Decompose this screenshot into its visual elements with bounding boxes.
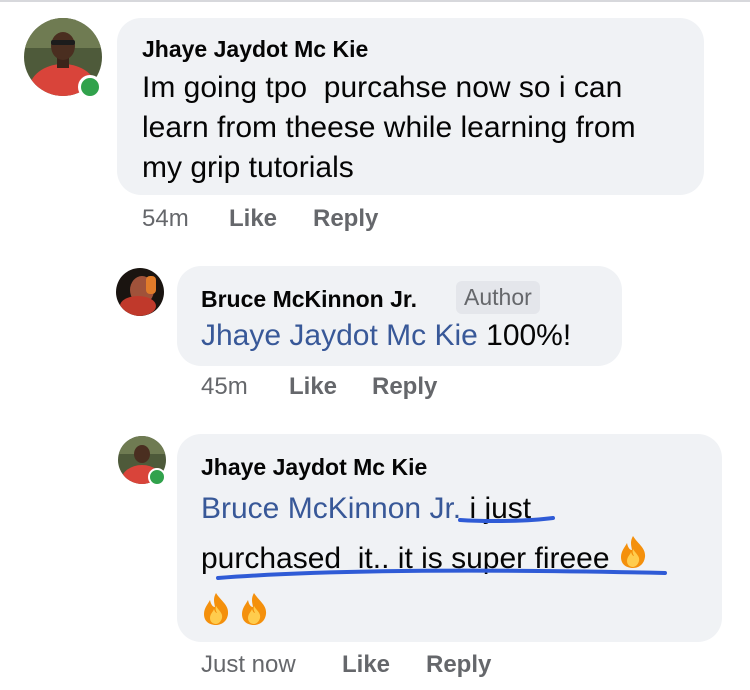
comment-author-name[interactable]: Jhaye Jaydot Mc Kie [142, 36, 368, 63]
like-button[interactable]: Like [342, 651, 390, 679]
comment-text-line: purchased it.. it is super fireee [201, 534, 721, 585]
comment-timestamp[interactable]: 45m [201, 373, 248, 401]
avatar-bruce[interactable] [116, 268, 164, 316]
mention-link[interactable]: Bruce McKinnon Jr. [201, 492, 461, 525]
emoji-row [201, 585, 721, 641]
fire-icon [239, 592, 269, 642]
reply-button[interactable]: Reply [313, 205, 378, 233]
comment-actions: 45m Like Reply [201, 373, 601, 403]
comment-text-line: learn from theese while learning from [142, 111, 636, 144]
comment-text: Jhaye Jaydot Mc Kie 100%! [201, 316, 571, 356]
top-divider [0, 0, 750, 2]
mention-link[interactable]: Jhaye Jaydot Mc Kie [201, 319, 478, 352]
online-status-indicator [148, 468, 166, 486]
reply-button[interactable]: Reply [426, 651, 491, 679]
comment-actions: 54m Like Reply [142, 205, 542, 235]
comment-text-rest: i just [461, 492, 532, 525]
comment-text: Im going tpo purcahse now so i can learn… [142, 68, 702, 188]
comment-timestamp[interactable]: 54m [142, 205, 189, 233]
comment-actions: Just now Like Reply [201, 651, 601, 681]
fire-icon [618, 535, 648, 585]
like-button[interactable]: Like [229, 205, 277, 233]
avatar-jhaye[interactable] [24, 18, 102, 99]
comment-text-line: Bruce McKinnon Jr. i just [201, 484, 721, 534]
comment-text-line: Im going tpo purcahse now so i can [142, 71, 623, 104]
comment-bubble[interactable]: Bruce McKinnon Jr. Author Jhaye Jaydot M… [177, 266, 622, 366]
comment-text: Bruce McKinnon Jr. i just purchased it..… [201, 484, 721, 641]
avatar-jhaye-small[interactable] [118, 436, 166, 486]
comment-text-line: my grip tutorials [142, 151, 354, 184]
reply-button[interactable]: Reply [372, 373, 437, 401]
comment-bubble[interactable]: Jhaye Jaydot Mc Kie Bruce McKinnon Jr. i… [177, 434, 722, 642]
comment-text-rest: 100%! [477, 319, 572, 352]
profile-photo [116, 268, 164, 316]
fire-icon [201, 592, 231, 642]
comment-bubble[interactable]: Jhaye Jaydot Mc Kie Im going tpo purcahs… [117, 18, 704, 195]
online-status-indicator [78, 75, 102, 99]
comment-timestamp[interactable]: Just now [201, 651, 296, 679]
comment-text-line2: purchased it.. it is super fireee [201, 542, 618, 575]
comment-author-name[interactable]: Bruce McKinnon Jr. [201, 286, 417, 313]
like-button[interactable]: Like [289, 373, 337, 401]
author-badge: Author [456, 281, 540, 314]
comment-author-name[interactable]: Jhaye Jaydot Mc Kie [201, 454, 427, 481]
